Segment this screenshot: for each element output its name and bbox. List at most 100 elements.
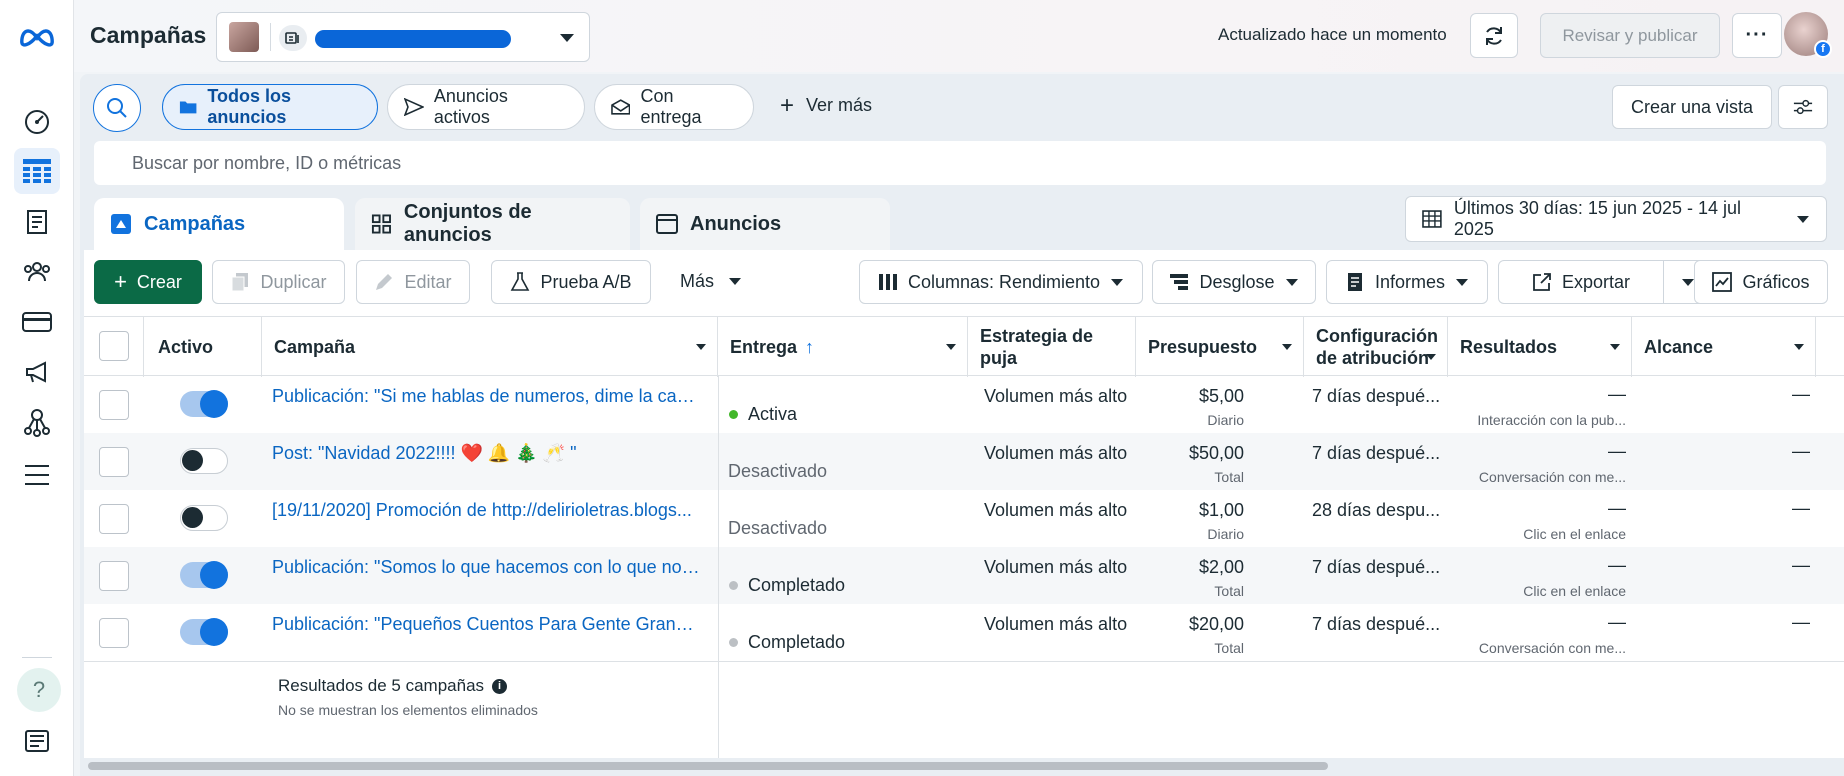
row-checkbox[interactable] [99, 561, 129, 591]
date-range-picker[interactable]: Últimos 30 días: 15 jun 2025 - 14 jul 20… [1405, 196, 1827, 242]
sliders-icon [1793, 99, 1813, 115]
horizontal-scrollbar[interactable] [88, 762, 1328, 770]
header-reach[interactable]: Alcance [1632, 317, 1816, 377]
news-icon[interactable] [20, 724, 54, 758]
export-button[interactable]: Exportar [1498, 260, 1664, 304]
filter-active-ads[interactable]: Anuncios activos [387, 84, 585, 130]
plus-icon: + [780, 91, 795, 119]
dashboard-icon[interactable] [20, 105, 54, 139]
table-row[interactable]: [19/11/2020] Promoción de http://delirio… [84, 490, 1844, 547]
status-dot [729, 638, 738, 647]
pencil-icon [376, 274, 393, 290]
delivery-status: Completado [748, 575, 846, 595]
campaign-toggle[interactable] [180, 448, 228, 474]
rail-divider [22, 657, 52, 658]
header-results[interactable]: Resultados [1448, 317, 1632, 377]
account-selector[interactable] [216, 12, 590, 62]
ab-test-button[interactable]: Prueba A/B [491, 260, 651, 304]
edit-button[interactable]: Editar [356, 260, 470, 304]
create-button[interactable]: + Crear [94, 260, 202, 304]
budget-value: $1,00 [1198, 500, 1244, 520]
results-summary: Resultados de 5 campañas i [278, 676, 508, 696]
reach-value: — [1792, 498, 1810, 518]
reports-icon [1347, 273, 1362, 291]
campaign-toggle[interactable] [180, 618, 228, 646]
header-bid-strategy[interactable]: Estrategia de puja [968, 317, 1136, 377]
footer-divider [84, 661, 1844, 662]
charts-button[interactable]: Gráficos [1694, 260, 1828, 304]
user-avatar[interactable]: f [1784, 12, 1832, 58]
row-checkbox[interactable] [99, 618, 129, 648]
sort-caret-icon [946, 344, 956, 350]
info-icon[interactable]: i [492, 678, 508, 694]
campaigns-table: Activo Campaña Entrega ↑ Estrategia de p… [84, 316, 1844, 758]
row-checkbox[interactable] [99, 504, 129, 534]
budget-value: $20,00 [1188, 614, 1244, 634]
delivery-status: Activa [748, 404, 798, 424]
budget-value: $5,00 [1198, 386, 1244, 406]
campaign-toggle[interactable] [180, 390, 228, 418]
select-all-checkbox[interactable] [99, 331, 129, 361]
filter-all-ads[interactable]: Todos los anuncios [162, 84, 378, 130]
header-delivery[interactable]: Entrega ↑ [718, 317, 968, 377]
table-row[interactable]: Publicación: "Si me hablas de numeros, d… [84, 376, 1844, 433]
pages-icon[interactable] [20, 205, 54, 239]
row-checkbox[interactable] [99, 390, 129, 420]
audience-icon[interactable] [20, 255, 54, 289]
review-publish-button[interactable]: Revisar y publicar [1540, 13, 1720, 58]
chart-icon [1712, 272, 1733, 292]
grid-icon [371, 214, 391, 234]
plus-icon: + [114, 269, 127, 294]
create-view-button[interactable]: Crear una vista [1612, 85, 1772, 129]
chevron-down-icon [560, 34, 574, 42]
refresh-button[interactable] [1470, 13, 1518, 58]
updated-status: Actualizado hace un momento [1218, 25, 1447, 44]
tab-ads[interactable]: Anuncios [640, 198, 890, 250]
calendar-table-icon [1422, 210, 1442, 228]
campaigns-table-icon[interactable] [14, 148, 60, 194]
menu-icon[interactable] [20, 458, 54, 492]
reach-value: — [1792, 384, 1810, 404]
budget-type: Diario [1207, 526, 1244, 542]
chevron-down-icon [1285, 278, 1298, 286]
row-checkbox[interactable] [99, 447, 129, 477]
header-campaign[interactable]: Campaña [262, 317, 718, 377]
megaphone-icon[interactable] [20, 355, 54, 389]
top-bar: Campañas Actualizado hace un momento Rev… [74, 0, 1844, 72]
meta-logo-icon[interactable] [18, 22, 56, 50]
filter-with-delivery[interactable]: Con entrega [594, 84, 754, 130]
budget-type: Total [1214, 640, 1244, 656]
breakdown-dropdown[interactable]: Desglose [1152, 260, 1316, 304]
search-button[interactable] [93, 84, 141, 132]
header-active[interactable]: Activo [144, 317, 262, 377]
sort-caret-icon [1610, 344, 1620, 350]
columns-dropdown[interactable]: Columnas: Rendimiento [859, 260, 1143, 304]
status-dot [729, 581, 738, 590]
campaign-toggle[interactable] [180, 505, 228, 531]
tab-ad-sets[interactable]: Conjuntos de anuncios [355, 198, 630, 250]
more-dropdown[interactable]: Más [680, 271, 742, 292]
billing-card-icon[interactable] [20, 305, 54, 339]
help-icon[interactable]: ? [17, 668, 61, 712]
chevron-down-icon [1682, 278, 1694, 286]
campaign-toggle[interactable] [180, 561, 228, 589]
header-attribution[interactable]: Configuración de atribución [1304, 317, 1448, 377]
results-type: Clic en el enlace [1523, 583, 1626, 599]
duplicate-button[interactable]: Duplicar [212, 260, 345, 304]
header-budget[interactable]: Presupuesto [1136, 317, 1304, 377]
campaign-name-link[interactable]: Publicación: "Pequeños Cuentos Para Gent… [272, 614, 702, 671]
table-row[interactable]: Publicación: "Somos lo que hacemos con l… [84, 547, 1844, 604]
view-settings-button[interactable] [1778, 85, 1828, 129]
sort-caret-icon [1794, 344, 1804, 350]
network-icon[interactable] [20, 405, 54, 439]
see-more-filters[interactable]: + Ver más [780, 91, 872, 119]
left-rail: ? [0, 0, 74, 776]
more-options-button[interactable]: ··· [1732, 13, 1782, 58]
search-input[interactable]: Buscar por nombre, ID o métricas [94, 141, 1826, 185]
table-row[interactable]: Publicación: "Pequeños Cuentos Para Gent… [84, 604, 1844, 661]
tab-campaigns[interactable]: Campañas [94, 198, 344, 250]
deleted-items-note: No se muestran los elementos eliminados [278, 702, 538, 718]
search-icon [107, 98, 127, 118]
reports-dropdown[interactable]: Informes [1326, 260, 1488, 304]
table-row[interactable]: Post: "Navidad 2022!!!! ❤️ 🔔 🎄 🥂 " Desac… [84, 433, 1844, 490]
